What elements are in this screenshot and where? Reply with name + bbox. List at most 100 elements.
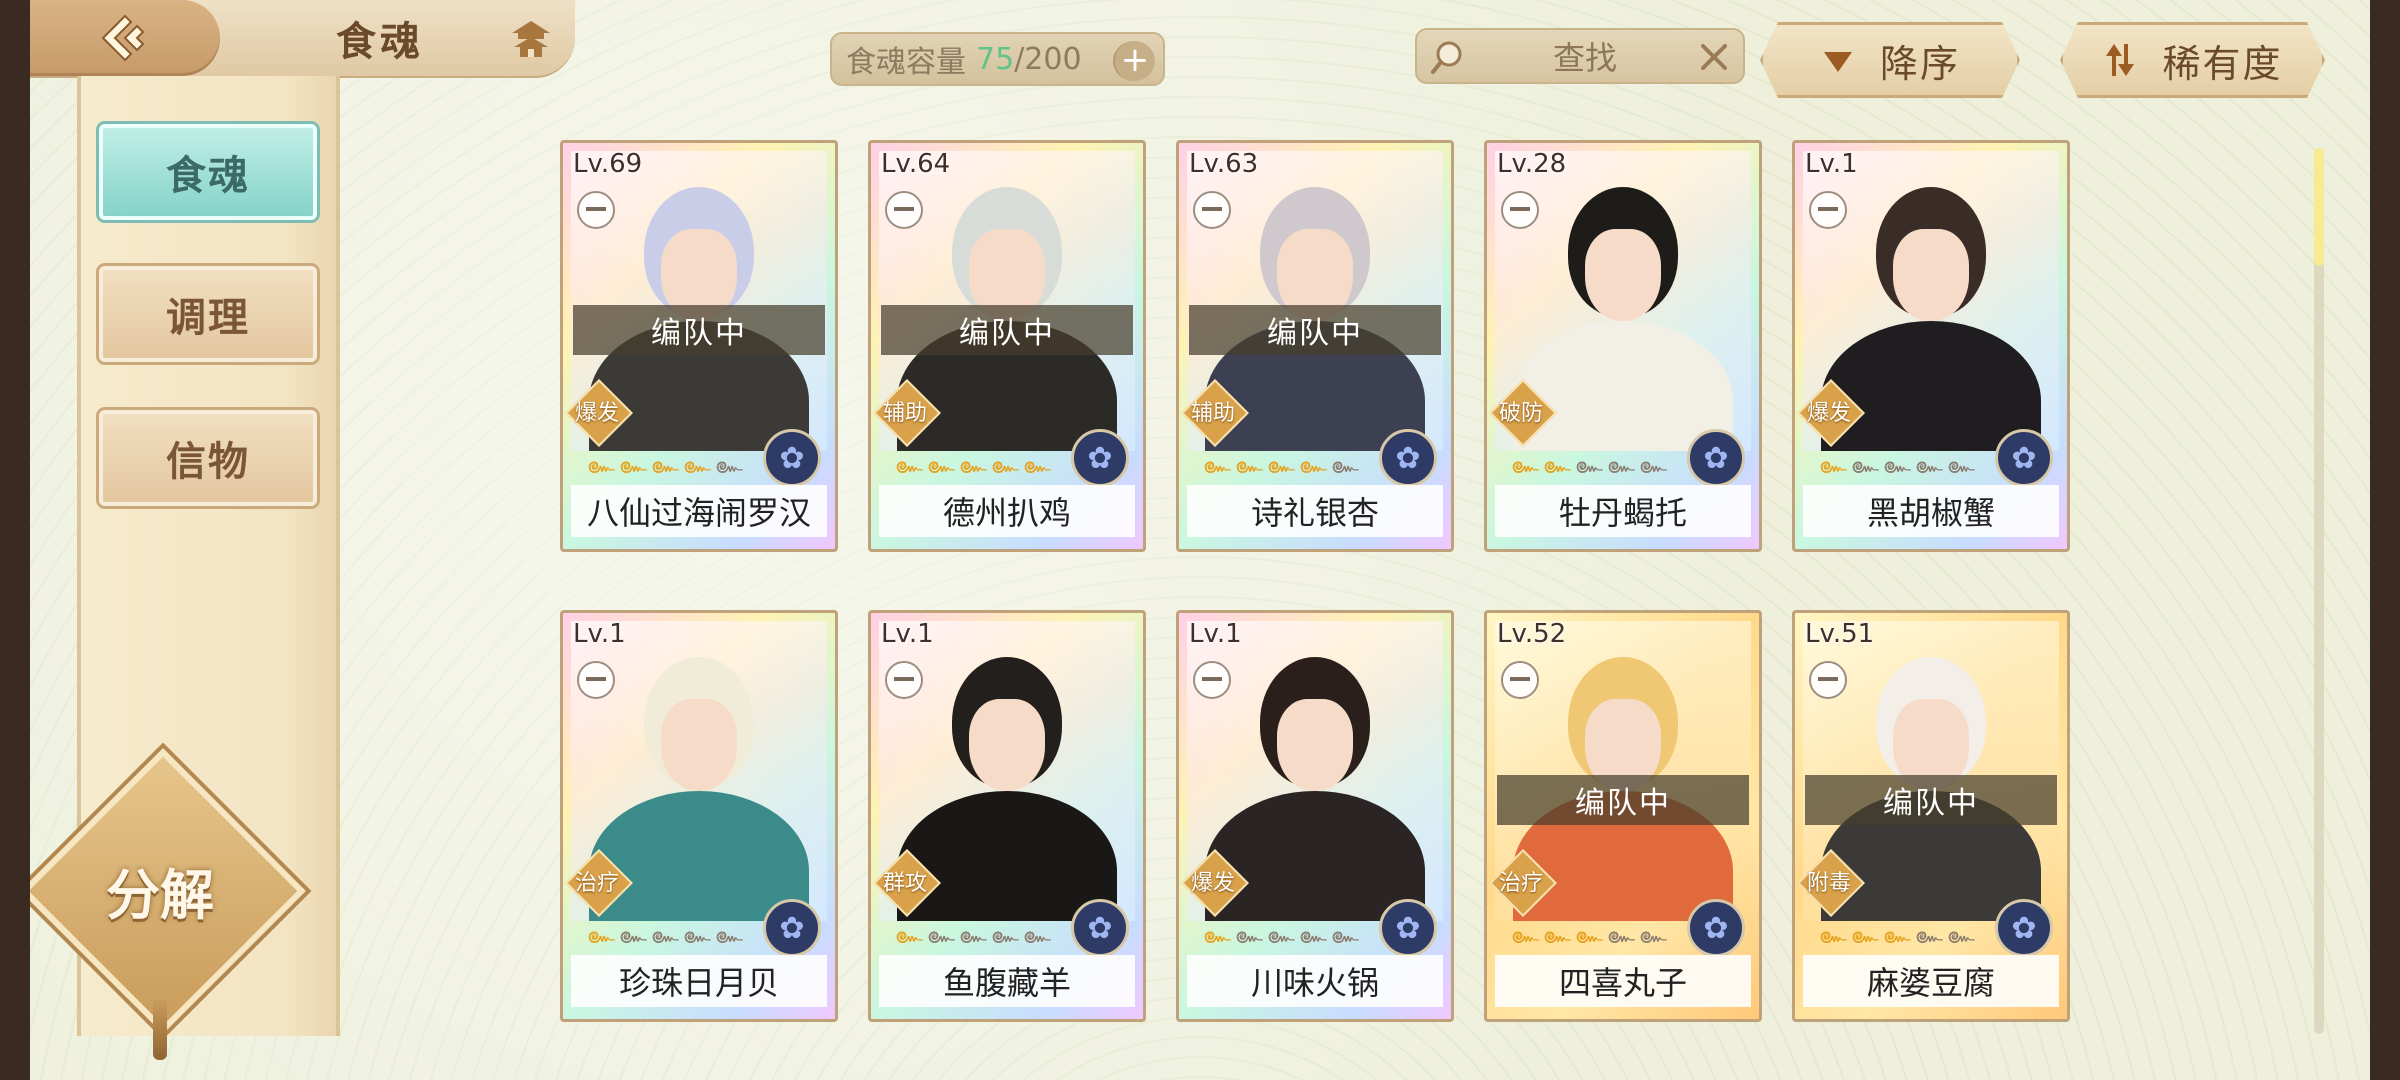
- flower-emblem-icon: ✿: [1995, 899, 2053, 957]
- level-label: Lv.28: [1497, 149, 1567, 179]
- level-label: Lv.63: [1189, 149, 1259, 179]
- food-soul-card[interactable]: Lv.69 编队中 爆发 ๛๛๛๛๛ ✿ 八仙过海闹罗汉: [560, 140, 838, 552]
- star-empty-icon: ๛: [715, 451, 743, 479]
- role-label: 破防: [1498, 401, 1543, 426]
- sort-rarity-button[interactable]: 稀有度: [2060, 22, 2325, 98]
- star-empty-icon: ๛: [1947, 451, 1975, 479]
- home-button[interactable]: [498, 14, 564, 64]
- title-tab: 食魂: [30, 0, 575, 78]
- role-badge: 爆发: [1181, 849, 1249, 917]
- star-filled-icon: ๛: [1267, 451, 1295, 479]
- capacity-add-button[interactable]: +: [1113, 41, 1155, 81]
- star-empty-icon: ๛: [683, 921, 711, 949]
- star-rating: ๛๛๛๛๛: [1511, 451, 1667, 479]
- role-label: 治疗: [1498, 871, 1543, 896]
- decompose-label[interactable]: 分解: [70, 850, 250, 930]
- scrollbar-thumb[interactable]: [2314, 148, 2324, 266]
- role-badge: 辅助: [1181, 379, 1249, 447]
- bowl-icon: [1809, 661, 1847, 699]
- star-filled-icon: ๛: [619, 451, 647, 479]
- star-rating: ๛๛๛๛๛: [1511, 921, 1667, 949]
- star-empty-icon: ๛: [1331, 451, 1359, 479]
- level-label: Lv.69: [573, 149, 643, 179]
- star-empty-icon: ๛: [1267, 921, 1295, 949]
- card-name: 四喜丸子: [1495, 955, 1751, 1007]
- level-label: Lv.1: [881, 619, 934, 649]
- capacity-label: 食魂容量: [846, 45, 966, 80]
- food-soul-card[interactable]: Lv.51 编队中 附毒 ๛๛๛๛๛ ✿ 麻婆豆腐: [1792, 610, 2070, 1022]
- star-filled-icon: ๛: [683, 451, 711, 479]
- star-empty-icon: ๛: [1639, 451, 1667, 479]
- card-name: 川味火锅: [1187, 955, 1443, 1007]
- food-soul-card[interactable]: Lv.1 治疗 ๛๛๛๛๛ ✿ 珍珠日月贝: [560, 610, 838, 1022]
- star-rating: ๛๛๛๛๛: [1203, 451, 1359, 479]
- close-icon[interactable]: [1697, 40, 1731, 74]
- sort-order-button[interactable]: 降序: [1760, 22, 2020, 98]
- star-empty-icon: ๛: [991, 921, 1019, 949]
- in-team-badge: 编队中: [881, 305, 1133, 355]
- star-filled-icon: ๛: [1543, 921, 1571, 949]
- star-rating: ๛๛๛๛๛: [587, 921, 743, 949]
- portrait-face: [661, 699, 737, 791]
- bowl-icon: [885, 661, 923, 699]
- food-soul-card[interactable]: Lv.52 编队中 治疗 ๛๛๛๛๛ ✿ 四喜丸子: [1484, 610, 1762, 1022]
- star-empty-icon: ๛: [651, 921, 679, 949]
- food-soul-card[interactable]: Lv.28 破防 ๛๛๛๛๛ ✿ 牡丹蝎托: [1484, 140, 1762, 552]
- sidebar-item-food-soul[interactable]: 食魂: [99, 124, 317, 220]
- star-rating: ๛๛๛๛๛: [587, 451, 743, 479]
- flower-emblem-icon: ✿: [1995, 429, 2053, 487]
- card-name: 德州扒鸡: [879, 485, 1135, 537]
- bowl-icon: [1809, 191, 1847, 229]
- swap-icon: [2102, 42, 2138, 78]
- level-label: Lv.1: [573, 619, 626, 649]
- role-badge: 辅助: [873, 379, 941, 447]
- role-label: 爆发: [1190, 871, 1235, 896]
- flower-emblem-icon: ✿: [763, 429, 821, 487]
- sidebar-item-token[interactable]: 信物: [99, 410, 317, 506]
- star-filled-icon: ๛: [1203, 921, 1231, 949]
- food-soul-card[interactable]: Lv.1 群攻 ๛๛๛๛๛ ✿ 鱼腹藏羊: [868, 610, 1146, 1022]
- card-name: 麻婆豆腐: [1803, 955, 2059, 1007]
- in-team-badge: 编队中: [573, 305, 825, 355]
- star-filled-icon: ๛: [651, 451, 679, 479]
- role-label: 爆发: [574, 401, 619, 426]
- portrait-face: [1277, 699, 1353, 791]
- sort-order-label: 降序: [1879, 41, 1960, 86]
- flower-emblem-icon: ✿: [1071, 429, 1129, 487]
- food-soul-card[interactable]: Lv.63 编队中 辅助 ๛๛๛๛๛ ✿ 诗礼银杏: [1176, 140, 1454, 552]
- in-team-badge: 编队中: [1189, 305, 1441, 355]
- scrollbar[interactable]: [2314, 148, 2324, 1034]
- back-button[interactable]: [30, 0, 220, 76]
- sidebar-item-label: 食魂: [166, 153, 250, 199]
- search-icon: [1431, 41, 1462, 74]
- star-empty-icon: ๛: [1607, 451, 1635, 479]
- star-empty-icon: ๛: [619, 921, 647, 949]
- role-badge: 治疗: [1489, 849, 1557, 917]
- role-label: 群攻: [882, 871, 927, 896]
- sidebar-item-cultivate[interactable]: 调理: [99, 266, 317, 362]
- star-empty-icon: ๛: [927, 921, 955, 949]
- star-filled-icon: ๛: [895, 451, 923, 479]
- food-soul-card[interactable]: Lv.64 编队中 辅助 ๛๛๛๛๛ ✿ 德州扒鸡: [868, 140, 1146, 552]
- star-empty-icon: ๛: [1299, 921, 1327, 949]
- bowl-icon: [577, 661, 615, 699]
- flower-emblem-icon: ✿: [1379, 429, 1437, 487]
- star-empty-icon: ๛: [1023, 921, 1051, 949]
- flower-emblem-icon: ✿: [1687, 429, 1745, 487]
- card-name: 珍珠日月贝: [571, 955, 827, 1007]
- star-empty-icon: ๛: [1331, 921, 1359, 949]
- star-filled-icon: ๛: [1819, 451, 1847, 479]
- star-filled-icon: ๛: [1511, 451, 1539, 479]
- in-team-badge: 编队中: [1805, 775, 2057, 825]
- star-empty-icon: ๛: [1851, 451, 1879, 479]
- food-soul-card[interactable]: Lv.1 爆发 ๛๛๛๛๛ ✿ 黑胡椒蟹: [1792, 140, 2070, 552]
- star-empty-icon: ๛: [1639, 921, 1667, 949]
- role-label: 辅助: [1190, 401, 1235, 426]
- game-screen: 食魂 食魂容量 75 /200 + 查找 降序 稀有度 食魂 调理 信物 分解 …: [30, 0, 2370, 1080]
- star-empty-icon: ๛: [959, 921, 987, 949]
- back-arrow-icon: [101, 14, 145, 62]
- role-badge: 附毒: [1797, 849, 1865, 917]
- search-box[interactable]: 查找: [1415, 28, 1745, 84]
- food-soul-card[interactable]: Lv.1 爆发 ๛๛๛๛๛ ✿ 川味火锅: [1176, 610, 1454, 1022]
- sidebar-item-label: 信物: [166, 439, 250, 485]
